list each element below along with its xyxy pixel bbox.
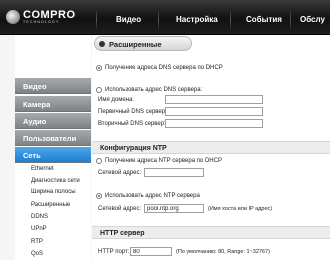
ntp-addr2-label: Сетевой адрес: <box>98 206 142 212</box>
main-panel: Расширенные Получение адреса DNS сервера… <box>92 35 330 260</box>
ntp-dhcp-label: Получение адреса NTP сервера по DHCP <box>105 158 222 164</box>
dns-secondary-label: Вторичный DNS сервер: <box>98 121 166 127</box>
top-header: COMPRO TECHNOLOGY Видео Настройка Событи… <box>0 0 330 35</box>
ntp-manual-label: Использовать адрес NTP сервера <box>105 193 200 199</box>
sidebar: Видео Камера Аудио Пользователи Сеть Eth… <box>15 35 91 260</box>
nav-events[interactable]: События <box>246 15 282 24</box>
sidebar-caption-users[interactable]: Пользователи <box>15 130 91 146</box>
http-port-label: HTTP порт: <box>98 249 130 255</box>
brand-name: COMPRO <box>23 9 76 21</box>
tab-advanced-label: Расширенные <box>109 40 162 49</box>
nav-divider <box>230 8 231 30</box>
dns-manual-label: Использовать адрес DNS сервера: <box>105 87 203 93</box>
nav-settings[interactable]: Настройка <box>176 15 218 24</box>
ntp-hint: (Имя хоста или IP адрес) <box>208 206 273 212</box>
http-port-input[interactable] <box>130 247 172 256</box>
sidebar-item-rtp[interactable]: RTP <box>31 239 43 245</box>
sidebar-caption-audio[interactable]: Аудио <box>15 113 91 129</box>
sidebar-caption-video[interactable]: Видео <box>15 78 91 94</box>
sidebar-item-ethernet[interactable]: Ethernet <box>31 166 54 172</box>
dns-primary-label: Первичный DNS сервер: <box>98 109 167 115</box>
bullet-icon <box>99 41 105 47</box>
sidebar-caption-network[interactable]: Сеть <box>15 147 91 163</box>
http-port-hint: (По умолчанию: 80, Range: 1~32767) <box>176 249 270 255</box>
dns-dhcp-label: Получение адреса DNS сервера по DHCP <box>105 65 223 71</box>
tab-advanced[interactable]: Расширенные <box>94 36 192 51</box>
ntp-section-title: Конфигурация NTP <box>92 141 330 154</box>
dns-domain-label: Имя домена: <box>98 97 134 103</box>
dns-manual-radio[interactable] <box>96 87 102 93</box>
sidebar-item-upnp[interactable]: UPnP <box>31 226 47 232</box>
sidebar-item-qos[interactable]: QoS <box>31 251 43 257</box>
sidebar-item-advanced[interactable]: Расширенные <box>31 202 70 208</box>
ntp-addr-label: Сетевой адрес: <box>98 170 142 176</box>
nav-divider <box>290 8 291 30</box>
ntp-server-input[interactable] <box>144 204 204 213</box>
brand-logo: COMPRO TECHNOLOGY <box>6 10 76 24</box>
nav-divider <box>158 8 159 30</box>
ntp-addr-input[interactable] <box>144 168 204 177</box>
nav-divider <box>96 8 97 30</box>
http-section-title: HTTP сервер <box>92 226 330 239</box>
nav-video[interactable]: Видео <box>116 15 141 24</box>
dns-secondary-input[interactable] <box>165 119 263 128</box>
ntp-dhcp-radio[interactable] <box>96 158 102 164</box>
ntp-manual-radio[interactable] <box>96 193 102 199</box>
sidebar-item-ddns[interactable]: DDNS <box>31 214 48 220</box>
nav-maintenance[interactable]: Обслу <box>300 15 325 24</box>
dns-primary-input[interactable] <box>165 107 263 116</box>
dns-domain-input[interactable] <box>165 95 263 104</box>
logo-icon <box>6 10 20 24</box>
dns-dhcp-radio[interactable] <box>96 65 102 71</box>
sidebar-item-bandwidth[interactable]: Ширина полосы <box>31 189 76 195</box>
sidebar-caption-camera[interactable]: Камера <box>15 96 91 112</box>
sidebar-item-network-diagnostics[interactable]: Диагностика сети <box>31 178 80 184</box>
